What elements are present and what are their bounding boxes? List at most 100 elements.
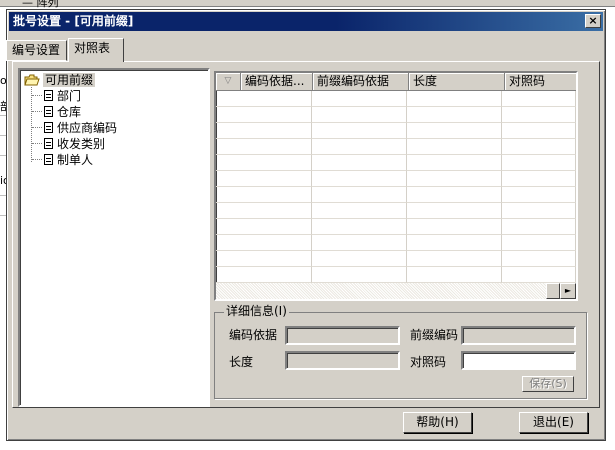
table-cell[interactable] — [216, 235, 312, 251]
table-row[interactable] — [216, 139, 576, 155]
grid-body[interactable] — [216, 91, 576, 283]
prefix-code-field[interactable] — [461, 326, 576, 345]
tree-connector — [32, 111, 42, 112]
table-cell[interactable] — [501, 235, 576, 251]
table-row[interactable] — [216, 187, 576, 203]
table-cell[interactable] — [406, 107, 502, 123]
document-icon — [44, 122, 53, 133]
grid-row-indicator[interactable]: ▽ — [216, 73, 241, 91]
length-field[interactable] — [285, 351, 400, 370]
tree-item-creator[interactable]: 制单人 — [32, 152, 93, 167]
table-cell[interactable] — [406, 235, 502, 251]
table-cell[interactable] — [311, 171, 407, 187]
prefix-tree[interactable]: 可用前缀 部门 仓库 供应商编码 收发类别 制单人 — [18, 68, 210, 407]
table-cell[interactable] — [216, 91, 312, 107]
column-header-prefix-code-basis[interactable]: 前缀编码依据 — [313, 73, 409, 91]
tree-item-department[interactable]: 部门 — [32, 88, 81, 103]
table-row[interactable] — [216, 123, 576, 139]
exit-button[interactable]: 退出(E) — [519, 412, 588, 433]
table-cell[interactable] — [501, 251, 576, 267]
scrollbar-thumb[interactable] — [546, 283, 560, 299]
table-cell[interactable] — [311, 203, 407, 219]
table-cell[interactable] — [501, 171, 576, 187]
table-cell[interactable] — [406, 203, 502, 219]
dialog-titlebar[interactable]: 批号设置 - [可用前缀] × — [9, 12, 603, 31]
table-cell[interactable] — [501, 219, 576, 235]
table-cell[interactable] — [406, 187, 502, 203]
tree-item-transaction-type[interactable]: 收发类别 — [32, 136, 105, 151]
table-cell[interactable] — [311, 235, 407, 251]
grid-header: ▽ 编码依据... 前缀编码依据 长度 对照码 — [216, 73, 576, 91]
table-cell[interactable] — [216, 107, 312, 123]
reference-table-grid[interactable]: ▽ 编码依据... 前缀编码依据 长度 对照码 ► — [214, 71, 578, 301]
table-cell[interactable] — [501, 155, 576, 171]
length-label: 长度 — [229, 355, 254, 369]
tree-connector — [32, 127, 42, 128]
document-icon — [44, 90, 53, 101]
table-cell[interactable] — [216, 155, 312, 171]
table-cell[interactable] — [216, 139, 312, 155]
table-cell[interactable] — [406, 91, 502, 107]
table-cell[interactable] — [311, 187, 407, 203]
table-row[interactable] — [216, 171, 576, 187]
table-row[interactable] — [216, 267, 576, 283]
tree-item-label: 供应商编码 — [57, 120, 118, 135]
background-toolbar: — 阵列 — [0, 0, 615, 9]
save-button[interactable]: 保存(S) — [522, 376, 574, 392]
table-cell[interactable] — [216, 251, 312, 267]
scroll-right-button[interactable]: ► — [560, 283, 576, 299]
column-header-length[interactable]: 长度 — [409, 73, 505, 91]
table-cell[interactable] — [406, 123, 502, 139]
table-cell[interactable] — [216, 267, 312, 283]
table-row[interactable] — [216, 235, 576, 251]
table-cell[interactable] — [216, 123, 312, 139]
tab-numbering-settings[interactable]: 编号设置 — [6, 40, 67, 61]
table-cell[interactable] — [311, 123, 407, 139]
column-header-label: 前缀编码依据 — [317, 74, 390, 88]
table-row[interactable] — [216, 203, 576, 219]
reference-code-field[interactable] — [461, 351, 576, 370]
horizontal-scrollbar[interactable]: ► — [216, 283, 576, 299]
tree-item-warehouse[interactable]: 仓库 — [32, 104, 81, 119]
table-cell[interactable] — [406, 219, 502, 235]
table-cell[interactable] — [311, 219, 407, 235]
column-header-code-basis[interactable]: 编码依据... — [241, 73, 313, 91]
table-cell[interactable] — [311, 91, 407, 107]
help-button[interactable]: 帮助(H) — [403, 412, 472, 433]
tree-item-supplier-code[interactable]: 供应商编码 — [32, 120, 117, 135]
table-cell[interactable] — [501, 203, 576, 219]
tab-reference-table[interactable]: 对照表 — [68, 38, 124, 62]
tab-label: 对照表 — [74, 41, 111, 55]
table-cell[interactable] — [406, 171, 502, 187]
tree-connector — [32, 159, 42, 160]
code-basis-field[interactable] — [285, 326, 400, 345]
table-cell[interactable] — [311, 267, 407, 283]
table-cell[interactable] — [406, 139, 502, 155]
table-row[interactable] — [216, 91, 576, 107]
table-cell[interactable] — [501, 187, 576, 203]
table-cell[interactable] — [216, 187, 312, 203]
tree-root-item[interactable]: 可用前缀 — [24, 72, 96, 87]
table-cell[interactable] — [311, 251, 407, 267]
table-cell[interactable] — [406, 251, 502, 267]
table-row[interactable] — [216, 219, 576, 235]
table-cell[interactable] — [311, 155, 407, 171]
table-row[interactable] — [216, 251, 576, 267]
table-cell[interactable] — [311, 139, 407, 155]
table-cell[interactable] — [501, 267, 576, 283]
close-button[interactable]: × — [585, 14, 601, 28]
table-cell[interactable] — [216, 219, 312, 235]
table-cell[interactable] — [406, 267, 502, 283]
table-cell[interactable] — [216, 171, 312, 187]
table-cell[interactable] — [216, 203, 312, 219]
scrollbar-track[interactable] — [216, 283, 546, 299]
table-cell[interactable] — [501, 139, 576, 155]
table-cell[interactable] — [406, 155, 502, 171]
table-row[interactable] — [216, 107, 576, 123]
table-cell[interactable] — [501, 107, 576, 123]
table-cell[interactable] — [501, 91, 576, 107]
column-header-reference-code[interactable]: 对照码 — [505, 73, 576, 91]
table-cell[interactable] — [501, 123, 576, 139]
table-row[interactable] — [216, 155, 576, 171]
table-cell[interactable] — [311, 107, 407, 123]
